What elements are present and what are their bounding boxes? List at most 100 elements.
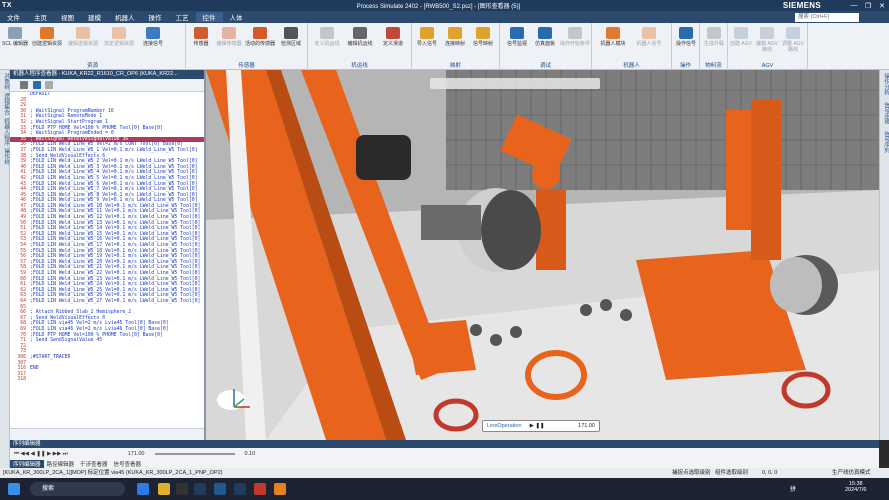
input-method[interactable]: 拼 [790, 484, 796, 493]
taskbar-search[interactable]: 搜索 [30, 482, 125, 496]
menu-modeling[interactable]: 建模 [81, 12, 108, 22]
refresh-icon[interactable] [45, 81, 54, 89]
time-field[interactable]: 171.00 [128, 451, 145, 457]
ribbon-group-label: AGV [761, 63, 774, 69]
operation-start-condition-button[interactable]: 操作开始条件 [560, 27, 590, 57]
signal-mapping-button[interactable]: 信号映射 [470, 27, 496, 57]
menu-robot[interactable]: 机器人 [108, 12, 142, 22]
app-icon-4[interactable] [254, 483, 266, 495]
connect-signal-button[interactable]: 连接信号 [138, 27, 168, 57]
close-button[interactable]: ✕ [875, 2, 889, 10]
back-icon[interactable] [20, 81, 28, 89]
tab-path-editor[interactable]: 路径编辑器 [44, 460, 78, 468]
program-viewer-toolbar [10, 79, 204, 92]
active-sensor-icon [253, 27, 267, 39]
tab-signal-viewer[interactable]: 信号查看器 [111, 460, 145, 468]
tab-operation-analysis[interactable]: 操作分析 [880, 70, 889, 95]
ribbon-group-robot: 机器人模块 机器人信号 机器人 [592, 23, 672, 70]
create-agv-button[interactable]: 创建 AGV [728, 27, 754, 57]
edit-sensor-button[interactable]: 编辑传感器 [216, 27, 242, 57]
add-logic-resource-button[interactable]: 加定逻辑资源 [102, 27, 136, 57]
minimize-button[interactable]: — [847, 2, 861, 9]
tab-signal-sequence[interactable]: 信号序列 [880, 128, 889, 153]
tab-signal-connection[interactable]: 信号连接 [880, 99, 889, 124]
windows-start-icon[interactable] [8, 483, 20, 495]
tab-collision-viewer[interactable]: 干涉查看器 [77, 460, 111, 468]
horizontal-scrollbar[interactable] [10, 428, 204, 440]
scl-editor-button[interactable]: SCL 编辑器 [2, 27, 28, 57]
code-line[interactable]: 318 [10, 377, 204, 383]
robot-module-button[interactable]: 机器人模块 [596, 27, 630, 57]
line-operation-label[interactable]: LineOperation [483, 423, 522, 429]
tab-robot-program[interactable]: 机器人程序 [0, 115, 10, 146]
3d-scene[interactable] [206, 70, 879, 440]
viewer-toolbar[interactable] [430, 78, 600, 89]
app-logo: TX [2, 2, 12, 9]
taskbar-clock[interactable]: 15:38 2024/7/6 [845, 481, 866, 493]
generate-external-button[interactable]: 生成外联 [701, 27, 727, 57]
sequence-editor-panel: 序列编辑器 ⏮ ◀◀ ◀ ❚❚ ▶ ▶▶ ⏭ 171.00 0.10 序列编辑器… [10, 440, 879, 468]
menu-human[interactable]: 人体 [223, 12, 250, 22]
step-field[interactable]: 0.10 [245, 451, 256, 457]
file-explorer-icon[interactable] [158, 483, 170, 495]
app-icon-3[interactable] [234, 483, 246, 495]
coordinate-axis-icon [226, 385, 254, 413]
component-pick-level[interactable]: 组件选取级别 [715, 468, 748, 478]
search-input[interactable]: 搜索 (Ctrl+F) [795, 12, 859, 22]
add-logic-resource-icon [112, 27, 126, 39]
create-logic-resource-button[interactable]: 创建逻辑资源 [30, 27, 64, 57]
edit-conveyor-button[interactable]: 编辑机运线 [344, 27, 376, 57]
sequence-editor-title: 序列编辑器 [10, 440, 879, 448]
maximize-button[interactable]: ❐ [861, 2, 875, 10]
tab-sequence-editor[interactable]: 序列编辑器 [10, 460, 44, 468]
simulation-mode: 生产线仿真模式 [832, 470, 871, 476]
tab-logic-collection[interactable]: 逻辑集合 [0, 90, 10, 115]
tab-operation-tree[interactable]: 操作树 [0, 145, 10, 165]
define-conveyor-button[interactable]: 定义机运线 [312, 27, 342, 57]
program-viewer-title: 机器人程序查看器 - KUKA_KR22_R1610_CR_OP6 (KUKA_… [10, 70, 204, 79]
adjust-agv-route-button[interactable]: 调整 AGV 路线 [780, 27, 806, 57]
define-chute-button[interactable]: 定义滑道 [378, 27, 408, 57]
tab-object-tree[interactable]: 对象树 [0, 70, 10, 90]
playback-controls[interactable]: ⏮ ◀◀ ◀ ❚❚ ▶ ▶▶ ⏭ [14, 451, 68, 458]
time-slider[interactable] [154, 453, 235, 455]
edit-agv-route-button[interactable]: 编辑 AGV 路线 [754, 27, 780, 57]
robot-signal-button[interactable]: 机器人信号 [632, 27, 666, 57]
import-signal-button[interactable]: 导入信号 [414, 27, 440, 57]
program-code[interactable]: DEFAULT 28 29 30 ; WaitSignal ProgramNumbe… [10, 92, 204, 428]
tx-app-icon[interactable] [194, 483, 206, 495]
menu-home[interactable]: 主页 [27, 12, 54, 22]
filter-icon[interactable] [32, 81, 41, 89]
operation-signal-button[interactable]: 操作信号 [673, 27, 699, 57]
simulation-panel-button[interactable]: 仿真面板 [532, 27, 558, 57]
code-line[interactable]: 64 ;FOLD LIN Weld_Line_W5_27 Vel=0.1 m/s… [10, 299, 204, 305]
play-icon[interactable]: ▶ ❚❚ [530, 423, 545, 429]
app-icon-2[interactable] [214, 483, 226, 495]
signal-monitor-button[interactable]: 信号监视 [504, 27, 530, 57]
graphic-viewer[interactable]: LineOperation ▶ ❚❚ 171.00 [206, 70, 879, 440]
line-operation-overlay[interactable]: LineOperation ▶ ❚❚ 171.00 [482, 420, 600, 432]
create-logic-resource-icon [40, 27, 54, 39]
snap-pick-level[interactable]: 捕捉点选取级别 [672, 468, 711, 478]
coordinate-readout: 0, 0, 0 [762, 470, 778, 476]
store-icon[interactable] [176, 483, 188, 495]
generate-external-icon [707, 27, 721, 39]
detection-area-button[interactable]: 检测区域 [278, 27, 304, 57]
sensor-button[interactable]: 传感器 [188, 27, 214, 57]
signal-monitor-icon [510, 27, 524, 39]
app-icon-5[interactable] [274, 483, 286, 495]
connect-mapping-button[interactable]: 连接映射 [442, 27, 468, 57]
quick-access-toolbar[interactable] [34, 0, 94, 11]
menu-controls[interactable]: 控件 [195, 12, 223, 22]
edge-icon[interactable] [137, 483, 149, 495]
menu-view[interactable]: 视图 [54, 12, 81, 22]
edit-logic-resource-button[interactable]: 编辑逻辑资源 [66, 27, 100, 57]
active-sensor-button[interactable]: 活动的传感器 [244, 27, 276, 57]
menu-file[interactable]: 文件 [0, 12, 27, 22]
import-signal-icon [420, 27, 434, 39]
ribbon-group-mapping: 导入信号 连接映射 信号映射 映射 [412, 23, 500, 70]
menu-process[interactable]: 工艺 [169, 12, 196, 22]
windows-taskbar: 搜索 拼 15:38 2024/7/6 [0, 478, 889, 500]
sequence-tabs: 序列编辑器 路径编辑器 干涉查看器 信号查看器 [10, 460, 879, 468]
menu-operation[interactable]: 操作 [142, 12, 169, 22]
